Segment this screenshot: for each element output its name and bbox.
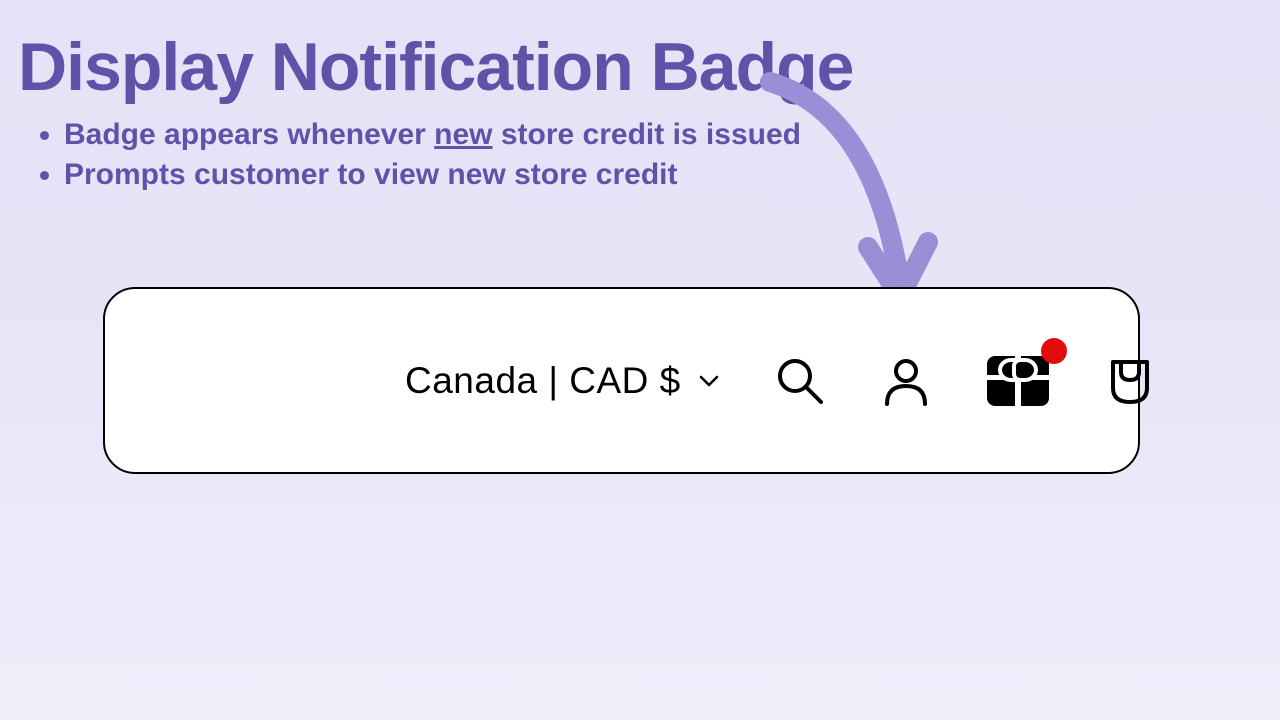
gift-icon xyxy=(987,356,1049,406)
cart-button[interactable] xyxy=(1105,355,1155,407)
user-icon xyxy=(881,356,931,406)
bullet-item-2: Prompts customer to view new store credi… xyxy=(64,156,801,194)
bag-icon xyxy=(1105,356,1155,406)
bullet-1-underlined: new xyxy=(434,118,492,151)
notification-badge xyxy=(1041,338,1067,364)
chevron-down-icon xyxy=(699,375,719,387)
header-toolbar: Canada | CAD $ xyxy=(103,287,1140,474)
store-credit-button[interactable] xyxy=(987,356,1049,406)
bullet-list: Badge appears whenever new store credit … xyxy=(64,116,801,197)
currency-label: Canada | CAD $ xyxy=(405,360,681,402)
account-button[interactable] xyxy=(881,355,931,407)
search-icon xyxy=(775,356,825,406)
pointer-arrow-icon xyxy=(750,72,950,322)
bullet-1-pre: Badge appears whenever xyxy=(64,118,434,151)
search-button[interactable] xyxy=(775,355,825,407)
bullet-1-post: store credit is issued xyxy=(493,118,801,151)
page-title: Display Notification Badge xyxy=(18,28,853,106)
currency-selector[interactable]: Canada | CAD $ xyxy=(405,360,719,402)
bullet-item-1: Badge appears whenever new store credit … xyxy=(64,116,801,154)
